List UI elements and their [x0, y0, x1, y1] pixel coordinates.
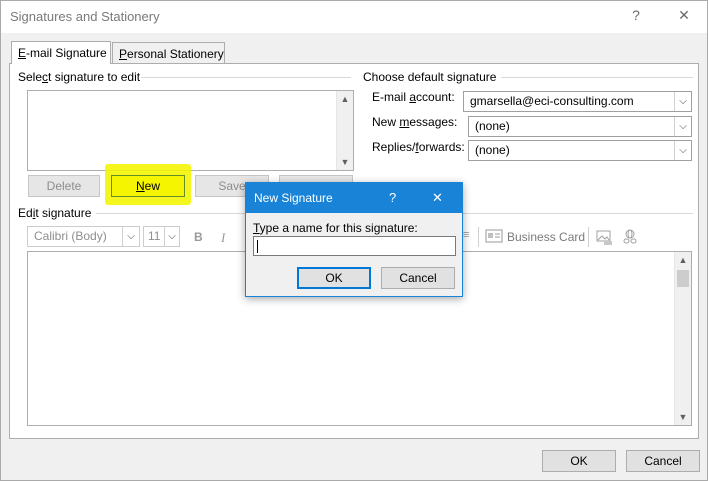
scroll-thumb[interactable]: [677, 270, 689, 287]
new-signature-title: New Signature: [254, 191, 333, 205]
tab-personal-stationery[interactable]: Personal Stationery: [112, 42, 225, 64]
new-button[interactable]: New: [111, 175, 185, 197]
new-signature-title-bar: New Signature ? ✕: [246, 183, 462, 213]
chevron-down-icon[interactable]: ⌵: [164, 227, 179, 246]
editor-scrollbar[interactable]: ▲ ▼: [674, 252, 691, 425]
signature-list[interactable]: ▲ ▼: [27, 90, 354, 171]
help-icon[interactable]: ?: [389, 190, 396, 205]
business-card-icon: [485, 229, 505, 245]
chevron-down-icon[interactable]: ⌵: [122, 227, 139, 246]
ok-button[interactable]: OK: [542, 450, 616, 472]
italic-icon[interactable]: I: [221, 230, 225, 246]
new-signature-dialog: New Signature ? ✕ Type a name for this s…: [245, 182, 463, 297]
tab-email-signature-key: E: [18, 46, 27, 60]
toolbar-separator: [478, 227, 479, 247]
email-account-value: gmarsella@eci-consulting.com: [470, 94, 634, 108]
new-signature-ok-button[interactable]: OK: [297, 267, 371, 289]
hyperlink-icon[interactable]: [621, 228, 639, 246]
business-card-button[interactable]: Business Card: [507, 230, 585, 244]
toolbar-separator: [588, 227, 589, 247]
default-signature-divider: [501, 77, 693, 78]
signature-list-scrollbar[interactable]: ▲ ▼: [336, 91, 353, 170]
scroll-down-icon[interactable]: ▼: [675, 409, 691, 425]
new-messages-label: New messages:: [372, 115, 458, 129]
delete-button[interactable]: Delete: [28, 175, 100, 197]
new-signature-cancel-button[interactable]: Cancel: [381, 267, 455, 289]
email-account-select[interactable]: gmarsella@eci-consulting.com ⌵: [463, 91, 692, 112]
help-icon[interactable]: ?: [626, 7, 646, 23]
replies-forwards-label: Replies/forwards:: [372, 140, 465, 154]
window-title: Signatures and Stationery: [10, 9, 160, 24]
select-signature-divider: [141, 77, 351, 78]
edit-signature-label: Edit signature: [18, 206, 92, 220]
scroll-up-icon[interactable]: ▲: [675, 252, 691, 268]
close-icon[interactable]: ✕: [432, 190, 443, 206]
default-signature-title: Choose default signature: [363, 70, 497, 84]
signature-name-input[interactable]: [253, 236, 456, 256]
bold-icon[interactable]: B: [194, 230, 203, 244]
font-size-select[interactable]: 11 ⌵: [143, 226, 180, 247]
replies-forwards-value: (none): [475, 143, 510, 157]
chevron-down-icon[interactable]: ⌵: [674, 141, 691, 160]
replies-forwards-select[interactable]: (none) ⌵: [468, 140, 692, 161]
new-signature-prompt: Type a name for this signature:: [253, 221, 418, 235]
font-size-value: 11: [148, 229, 161, 243]
scroll-down-icon[interactable]: ▼: [337, 154, 353, 170]
title-bar: Signatures and Stationery ? ✕: [1, 1, 707, 33]
tab-email-signature-label: -mail Signature: [26, 46, 107, 60]
tab-email-signature[interactable]: E-mail Signature: [11, 41, 111, 64]
new-messages-select[interactable]: (none) ⌵: [468, 116, 692, 137]
close-icon[interactable]: ✕: [674, 7, 694, 24]
new-messages-value: (none): [475, 119, 510, 133]
scroll-up-icon[interactable]: ▲: [337, 91, 353, 107]
tab-personal-stationery-label: ersonal Stationery: [127, 47, 224, 61]
chevron-down-icon[interactable]: ⌵: [674, 117, 691, 136]
font-name-value: Calibri (Body): [34, 229, 107, 243]
insert-picture-icon[interactable]: [595, 228, 613, 246]
cancel-button[interactable]: Cancel: [626, 450, 700, 472]
email-account-label: E-mail account:: [372, 90, 455, 104]
tab-personal-stationery-key: P: [119, 47, 128, 61]
select-signature-label: Select signature to edit: [18, 70, 141, 84]
font-name-select[interactable]: Calibri (Body) ⌵: [27, 226, 140, 247]
chevron-down-icon[interactable]: ⌵: [674, 92, 691, 111]
text-caret: [257, 240, 258, 253]
align-right-icon[interactable]: ≡: [463, 229, 469, 241]
